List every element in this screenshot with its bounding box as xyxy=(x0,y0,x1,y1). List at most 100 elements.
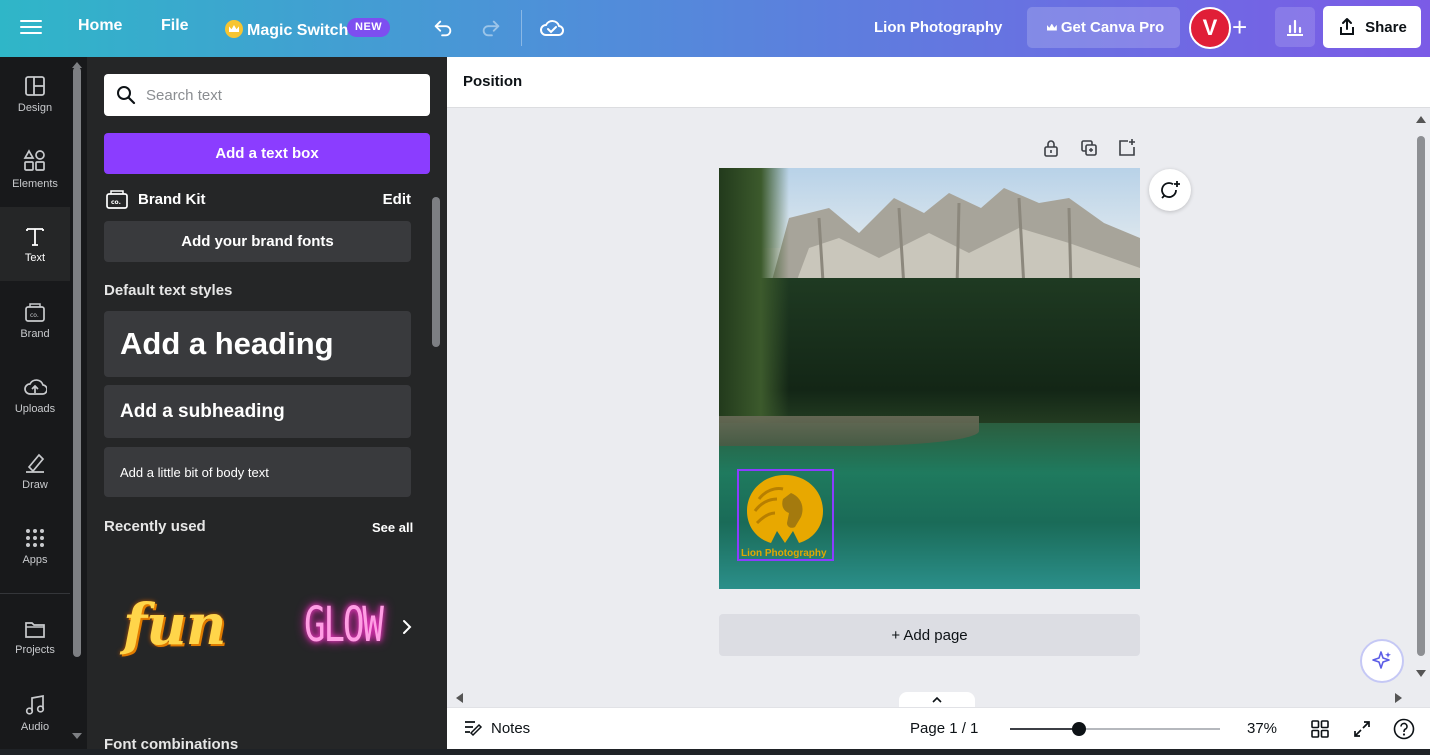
new-badge: NEW xyxy=(347,18,391,37)
recently-used-heading: Recently used xyxy=(104,518,206,535)
zoom-percent[interactable]: 37% xyxy=(1247,720,1277,737)
rail-label: Apps xyxy=(22,553,48,566)
svg-text:co.: co. xyxy=(111,199,121,206)
page-tools xyxy=(1041,138,1137,158)
insights-icon[interactable] xyxy=(1275,7,1315,47)
magic-switch-label: Magic Switch xyxy=(247,22,349,39)
scroll-thumb[interactable] xyxy=(73,67,81,657)
scroll-left-icon[interactable] xyxy=(456,693,463,703)
text-panel: Add a text box co. Brand Kit Edit Add yo… xyxy=(87,57,447,755)
grid-view-icon[interactable] xyxy=(1309,718,1331,740)
text-icon xyxy=(26,227,44,246)
menu-icon[interactable] xyxy=(20,17,42,39)
rail-label: Text xyxy=(24,251,46,264)
rail-item-text[interactable]: Text xyxy=(0,207,70,281)
scroll-right-icon[interactable] xyxy=(1395,693,1402,703)
add-brand-fonts-button[interactable]: Add your brand fonts xyxy=(104,221,411,262)
add-body-text-button[interactable]: Add a little bit of body text xyxy=(104,447,411,497)
rail-scrollbar[interactable] xyxy=(70,57,87,755)
rail-item-projects[interactable]: Projects xyxy=(0,600,70,674)
magic-switch-button[interactable]: Magic Switch xyxy=(225,17,348,40)
pen-icon xyxy=(26,453,45,473)
home-link[interactable]: Home xyxy=(78,17,122,35)
brand-kit-edit-link[interactable]: Edit xyxy=(383,191,411,208)
position-button[interactable]: Position xyxy=(463,73,522,90)
canvas-horizontal-scrollbar[interactable] xyxy=(447,690,1413,708)
rail-item-brand[interactable]: co. Brand xyxy=(0,283,70,357)
brand-icon: co. xyxy=(25,302,45,322)
layout-icon xyxy=(25,75,45,96)
add-heading-button[interactable]: Add a heading xyxy=(104,311,411,377)
add-collaborator-icon[interactable]: + xyxy=(1232,13,1247,41)
logo-caption: Lion Photography xyxy=(741,548,827,559)
scroll-thumb[interactable] xyxy=(1417,136,1425,656)
panel-scrollbar[interactable] xyxy=(430,177,444,747)
brand-kit-row: co. Brand Kit Edit xyxy=(106,188,411,210)
lion-logo-selected[interactable]: Lion Photography xyxy=(737,469,834,561)
lock-icon[interactable] xyxy=(1041,138,1061,158)
scroll-down-icon[interactable] xyxy=(1416,670,1426,677)
add-text-box-button[interactable]: Add a text box xyxy=(104,133,430,174)
avatar[interactable]: V xyxy=(1189,7,1231,49)
add-page-icon[interactable] xyxy=(1117,138,1137,158)
magic-assistant-button[interactable] xyxy=(1360,639,1404,683)
help-icon[interactable] xyxy=(1393,718,1415,740)
svg-text:co.: co. xyxy=(30,312,39,319)
context-toolbar: Position xyxy=(447,57,1430,108)
notes-icon xyxy=(465,721,483,737)
rail-item-elements[interactable]: Elements xyxy=(0,132,70,206)
file-menu[interactable]: File xyxy=(161,17,189,35)
canvas-vertical-scrollbar[interactable] xyxy=(1413,108,1430,690)
scroll-down-icon[interactable] xyxy=(72,733,82,739)
scroll-thumb[interactable] xyxy=(432,197,440,347)
rail-item-audio[interactable]: Audio xyxy=(0,676,70,750)
recent-text-fun[interactable]: fun xyxy=(123,592,227,658)
grid-icon xyxy=(26,528,44,547)
rail-label: Audio xyxy=(20,720,50,733)
rail-item-draw[interactable]: Draw xyxy=(0,434,70,508)
search-field[interactable] xyxy=(104,74,430,116)
zoom-slider-handle[interactable] xyxy=(1072,722,1086,736)
brand-kit-icon: co. xyxy=(106,190,128,209)
recent-text-glow[interactable]: GLOW xyxy=(304,597,384,653)
rail-item-design[interactable]: Design xyxy=(0,57,70,131)
cloud-saved-icon[interactable] xyxy=(536,12,568,44)
page-indicator[interactable]: Page 1 / 1 xyxy=(910,720,978,737)
page-drawer-toggle[interactable] xyxy=(899,692,975,708)
scroll-up-icon[interactable] xyxy=(1416,116,1426,123)
canvas-area: Lion Photography + Add page xyxy=(447,108,1413,690)
add-subheading-button[interactable]: Add a subheading xyxy=(104,385,411,438)
fullscreen-icon[interactable] xyxy=(1351,718,1373,740)
folder-icon xyxy=(25,621,45,638)
share-icon xyxy=(1340,18,1355,35)
undo-icon[interactable] xyxy=(427,12,459,44)
music-icon xyxy=(25,694,45,715)
left-rail: Design Elements Text co. Brand Uploads D… xyxy=(0,57,70,755)
rail-label: Draw xyxy=(22,478,48,491)
rail-divider xyxy=(0,593,70,594)
shore-area xyxy=(719,416,979,446)
share-button[interactable]: Share xyxy=(1323,6,1421,48)
comment-add-icon[interactable] xyxy=(1149,169,1191,211)
design-page[interactable]: Lion Photography xyxy=(719,168,1140,589)
chevron-right-icon[interactable] xyxy=(399,615,415,639)
tree-area xyxy=(719,168,789,428)
lion-icon xyxy=(747,475,823,543)
rail-item-uploads[interactable]: Uploads xyxy=(0,358,70,432)
rail-label: Design xyxy=(17,101,53,114)
add-page-button[interactable]: + Add page xyxy=(719,614,1140,656)
get-pro-label: Get Canva Pro xyxy=(1060,19,1165,36)
cloud-upload-icon xyxy=(24,378,47,395)
default-text-styles-heading: Default text styles xyxy=(104,282,233,299)
design-title[interactable]: Lion Photography xyxy=(874,19,1002,36)
get-canva-pro-button[interactable]: Get Canva Pro xyxy=(1027,7,1180,48)
rail-label: Uploads xyxy=(14,402,56,415)
zoom-slider[interactable] xyxy=(1010,722,1220,736)
search-input[interactable] xyxy=(146,86,406,104)
redo-icon[interactable] xyxy=(475,12,507,44)
rail-item-apps[interactable]: Apps xyxy=(0,509,70,583)
see-all-link[interactable]: See all xyxy=(372,520,413,535)
notes-button[interactable]: Notes xyxy=(463,719,530,737)
duplicate-icon[interactable] xyxy=(1079,138,1099,158)
rail-label: Projects xyxy=(15,643,55,656)
